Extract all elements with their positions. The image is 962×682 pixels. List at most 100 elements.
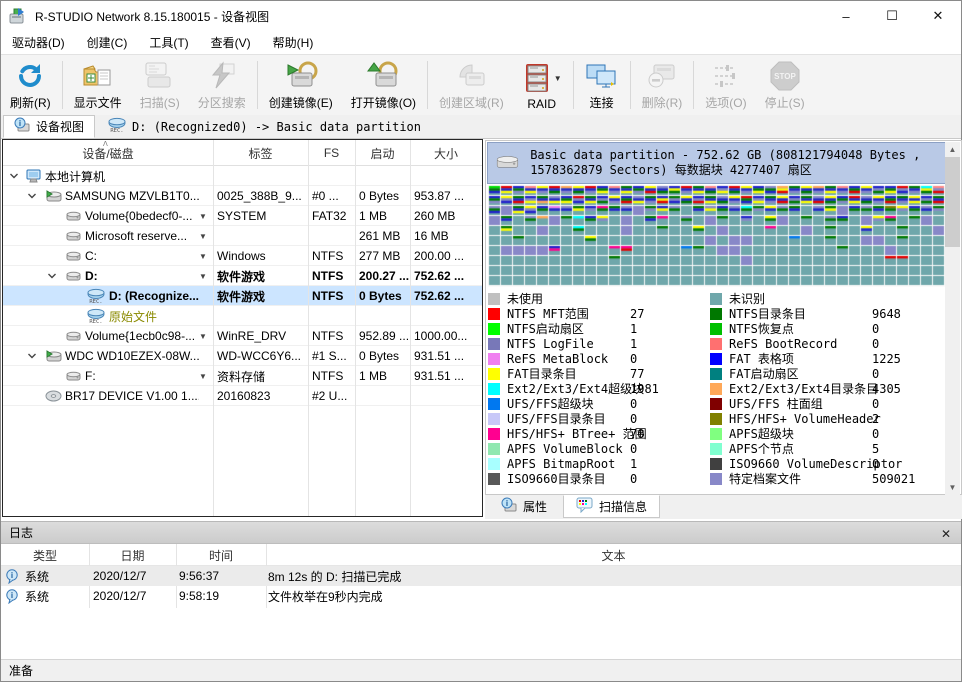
toolbar-button-scan[interactable]: 扫描(S) [131, 55, 189, 115]
legend-count: 5 [872, 441, 879, 456]
mount-dropdown-icon[interactable]: ▼ [199, 212, 207, 221]
mount-dropdown-icon[interactable]: ▼ [199, 272, 207, 281]
toolbar-button-oimage[interactable]: 打开镜像(O) [342, 55, 425, 115]
start-cell: 952.89 ... [359, 326, 409, 346]
tree-column-header-0[interactable]: 设备/磁盘 [3, 140, 213, 166]
device-name: SAMSUNG MZVLB1T0... [65, 186, 199, 206]
legend-label: HFS/HFS+ BTree+ 范围 [507, 425, 647, 442]
menu-item-3[interactable]: 查看(V) [200, 31, 262, 54]
legend-item: 未使用 [488, 291, 703, 306]
title-bar: R-STUDIO Network 8.15.180015 - 设备视图 – ☐ … [1, 1, 961, 31]
expand-chevron-icon[interactable] [47, 270, 59, 282]
toolbar-button-stop[interactable]: STOP停止(S) [756, 55, 814, 115]
tree-column-header-4[interactable]: 大小 [410, 140, 482, 166]
cd-icon [45, 388, 62, 404]
mount-dropdown-icon[interactable]: ▼ [199, 332, 207, 341]
maximize-button[interactable]: ☐ [869, 1, 915, 31]
tree-column-header-1[interactable]: 标签 [213, 140, 308, 166]
log-row-0[interactable]: i系统2020/12/79:56:378m 12s 的 D: 扫描已完成 [1, 566, 961, 586]
legend-item: APFS个节点5 [710, 441, 946, 456]
toolbar-button-raid[interactable]: ▼RAID [513, 55, 571, 115]
delete-icon [646, 59, 678, 92]
toolbar-button-delete[interactable]: 删除(R) [633, 55, 692, 115]
legend-count: 0 [630, 396, 637, 411]
legend-color-chip [488, 323, 500, 335]
legend-item: UFS/FFS目录条目0 [488, 411, 703, 426]
tab-partition[interactable]: REC.D: (Recognized0) -> Basic data parti… [97, 115, 432, 138]
scroll-down-icon[interactable]: ▼ [945, 480, 960, 495]
expand-chevron-icon[interactable] [9, 170, 21, 182]
log-column-header-0[interactable]: 类型 [1, 544, 89, 566]
toolbar-button-cimage[interactable]: 创建镜像(E) [260, 55, 342, 115]
scan-scrollbar[interactable]: ▲ ▼ [945, 142, 960, 495]
scan-block-map[interactable] [488, 185, 946, 287]
start-cell: 1 MB [359, 206, 409, 226]
log-column-header-2[interactable]: 时间 [176, 544, 266, 566]
dropdown-arrow-icon[interactable]: ▼ [554, 74, 562, 83]
connect-icon [585, 59, 619, 92]
disk-icon [45, 348, 62, 364]
tab-label: 扫描信息 [599, 498, 647, 515]
expand-chevron-icon[interactable] [27, 350, 39, 362]
bottom-tab-strip: i属性 扫描信息 [485, 495, 962, 519]
legend-color-chip [710, 428, 722, 440]
toolbar-separator [62, 61, 63, 109]
tree-column-header-3[interactable]: 启动 [355, 140, 410, 166]
fs-cell: NTFS [312, 286, 354, 306]
oimage-icon [366, 59, 400, 92]
scroll-up-icon[interactable]: ▲ [945, 142, 960, 157]
app-window: R-STUDIO Network 8.15.180015 - 设备视图 – ☐ … [0, 0, 962, 682]
label-cell: WinRE_DRV [217, 326, 305, 346]
toolbar-button-refresh[interactable]: 刷新(R) [1, 55, 60, 115]
toolbar-button-connect[interactable]: 连接 [576, 55, 628, 115]
toolbar-button-cregion[interactable]: 创建区域(R) [430, 55, 513, 115]
scaninfo-icon [576, 497, 594, 516]
toolbar-separator [693, 61, 694, 109]
scroll-thumb[interactable] [945, 157, 960, 247]
tree-column-header-2[interactable]: FS [308, 140, 355, 166]
legend-count: 1 [630, 336, 637, 351]
close-button[interactable]: ✕ [915, 1, 961, 31]
mount-dropdown-icon[interactable]: ▼ [199, 372, 207, 381]
svg-text:STOP: STOP [774, 72, 796, 81]
menu-item-2[interactable]: 工具(T) [138, 31, 199, 54]
menu-item-4[interactable]: 帮助(H) [262, 31, 325, 54]
legend-label: APFS BitmapRoot [507, 457, 615, 471]
cregion-icon [454, 59, 488, 92]
cimage-icon [284, 59, 318, 92]
toolbar-button-psearch[interactable]: 分区搜索 [189, 55, 255, 115]
menu-item-0[interactable]: 驱动器(D) [1, 31, 76, 54]
toolbar-button-options[interactable]: 选项(O) [696, 55, 755, 115]
expand-chevron-icon[interactable] [27, 190, 39, 202]
log-text-cell: 8m 12s 的 D: 扫描已完成 [268, 566, 958, 586]
minimize-button[interactable]: – [823, 1, 869, 31]
fs-cell [312, 166, 354, 186]
tab-device-view[interactable]: i设备视图 [3, 115, 95, 138]
window-title: R-STUDIO Network 8.15.180015 - 设备视图 [35, 8, 269, 25]
tab-label: 设备视图 [36, 118, 84, 135]
fs-cell: FAT32 [312, 206, 354, 226]
log-row-1[interactable]: i系统2020/12/79:58:19文件枚举在9秒内完成 [1, 586, 961, 606]
legend-count: 27 [630, 306, 644, 321]
tab-scan-information[interactable]: 扫描信息 [563, 495, 660, 518]
legend-item: NTFS目录条目9648 [710, 306, 946, 321]
mount-dropdown-icon[interactable]: ▼ [199, 232, 207, 241]
start-cell [359, 386, 409, 406]
log-column-header-1[interactable]: 日期 [89, 544, 176, 566]
log-header[interactable]: 类型日期时间文本 [1, 544, 961, 566]
start-cell: 0 Bytes [359, 286, 409, 306]
mount-dropdown-icon[interactable]: ▼ [199, 252, 207, 261]
fs-cell: NTFS [312, 266, 354, 286]
legend-color-chip [488, 368, 500, 380]
toolbar-button-showfiles[interactable]: 显示文件 [65, 55, 131, 115]
legend-count: 0 [872, 426, 879, 441]
legend-count: 77 [630, 366, 644, 381]
legend-color-chip [488, 308, 500, 320]
legend-label: HFS/HFS+ VolumeHeader [729, 412, 881, 426]
legend-count: 2 [872, 411, 879, 426]
tab-properties[interactable]: i属性 [488, 495, 560, 518]
log-close-icon[interactable]: ✕ [937, 525, 955, 543]
menu-item-1[interactable]: 创建(C) [76, 31, 139, 54]
log-column-header-3[interactable]: 文本 [266, 544, 961, 566]
size-cell: 931.51 ... [414, 346, 480, 366]
